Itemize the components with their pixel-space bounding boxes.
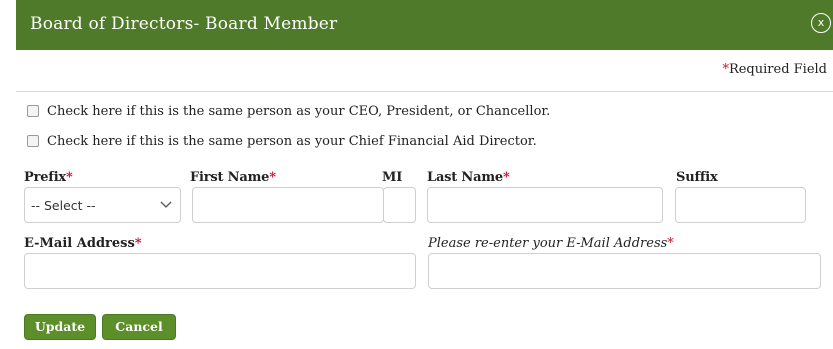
email-confirm-label-text: Please re-enter your E-Mail Address [428,236,668,251]
email-input[interactable] [24,253,416,289]
board-member-dialog: Board of Directors- Board Member x *Requ… [16,0,833,349]
email-confirm-required-star: * [667,236,674,251]
email-required-star: * [134,236,142,251]
suffix-input[interactable] [675,187,806,223]
first-name-input[interactable] [192,187,384,223]
last-name-required-star: * [502,170,510,185]
last-name-label-text: Last Name [427,170,503,185]
prefix-select[interactable]: -- Select -- [24,187,181,223]
same-as-ceo-label: Check here if this is the same person as… [47,104,551,119]
divider [16,91,833,92]
email-confirm-input[interactable] [428,253,821,289]
email-label: E-Mail Address* [24,236,142,251]
suffix-label: Suffix [676,170,718,185]
required-field-note: *Required Field [722,62,827,77]
mi-input[interactable] [383,187,416,223]
last-name-input[interactable] [427,187,663,223]
email-confirm-label: Please re-enter your E-Mail Address* [428,236,674,251]
prefix-selected-value: -- Select -- [31,198,96,213]
email-label-text: E-Mail Address [24,236,135,251]
same-as-financial-aid-director-row[interactable]: Check here if this is the same person as… [27,134,537,149]
prefix-label-text: Prefix [24,170,66,185]
same-as-ceo-checkbox[interactable] [27,105,39,117]
prefix-required-star: * [65,170,73,185]
same-as-ceo-row[interactable]: Check here if this is the same person as… [27,104,550,119]
mi-label: MI [382,170,403,185]
chevron-down-icon [160,201,172,208]
same-as-financial-aid-director-label: Check here if this is the same person as… [47,134,537,149]
first-name-label: First Name* [190,170,276,185]
update-button[interactable]: Update [24,314,96,340]
first-name-required-star: * [269,170,276,185]
dialog-title: Board of Directors- Board Member [30,14,338,34]
last-name-label: Last Name* [427,170,510,185]
dialog-titlebar: Board of Directors- Board Member x [16,0,833,50]
same-as-financial-aid-director-checkbox[interactable] [27,135,39,147]
cancel-button[interactable]: Cancel [102,314,176,340]
prefix-label: Prefix* [24,170,73,185]
first-name-label-text: First Name [190,170,270,185]
close-icon[interactable]: x [811,13,831,33]
required-field-text: Required Field [728,62,827,77]
